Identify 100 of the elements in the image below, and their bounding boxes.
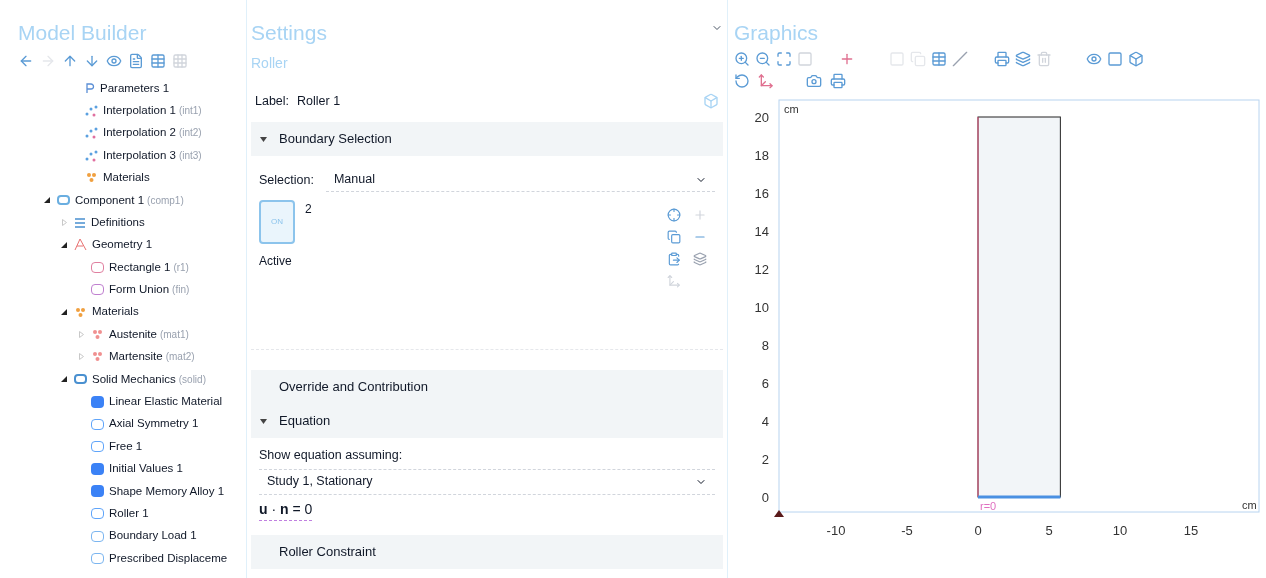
expanded-arrow-icon[interactable]: [44, 197, 50, 204]
slash-icon[interactable]: [952, 51, 968, 67]
tree-item[interactable]: Shape Memory Alloy 1: [109, 482, 225, 500]
boundary-icon: [91, 418, 104, 430]
clear-icon[interactable]: [1036, 51, 1052, 67]
copy-icon[interactable]: [667, 230, 681, 244]
table-icon[interactable]: [931, 51, 947, 67]
y-tick-label: 0: [761, 490, 769, 505]
y-tick-label: 20: [754, 110, 769, 125]
view-orient-icon[interactable]: [758, 73, 774, 89]
unit-label: cm: [784, 103, 799, 115]
expanded-arrow-icon[interactable]: [61, 241, 67, 248]
tree-item[interactable]: Component 1: [75, 191, 145, 209]
tree-item[interactable]: Prescribed Displaceme: [109, 549, 228, 567]
tree-item[interactable]: Free 1: [109, 437, 143, 456]
tree-item[interactable]: Solid Mechanics: [92, 370, 176, 388]
tree-item-tag: (mat1): [159, 327, 189, 342]
y-tick-label: 12: [754, 262, 769, 277]
expanded-arrow-icon[interactable]: [61, 309, 67, 316]
node-type: Roller: [251, 54, 289, 73]
node-icon: [57, 195, 70, 206]
tree-item[interactable]: Materials: [92, 303, 139, 321]
x-tick-label: 5: [1045, 523, 1053, 538]
print-icon[interactable]: [994, 51, 1010, 67]
geometry-icon: [74, 238, 87, 252]
tree-item[interactable]: Interpolation 1: [103, 101, 176, 120]
section-header[interactable]: Override and Contribution: [251, 370, 723, 404]
domain-icon: [91, 485, 104, 498]
y-tick-label: 8: [761, 338, 769, 353]
move-up-icon[interactable]: [62, 53, 78, 69]
unit-label: cm: [1242, 499, 1257, 511]
tree-item[interactable]: Interpolation 3: [103, 146, 176, 164]
tree-item[interactable]: Rectangle 1: [109, 258, 171, 276]
selection-dropdown[interactable]: Manual: [325, 168, 715, 192]
layers-icon[interactable]: [693, 252, 707, 266]
section-header[interactable]: Equation: [251, 404, 723, 438]
zoom-extents-icon[interactable]: [776, 51, 792, 67]
section-header[interactable]: Boundary Selection: [251, 122, 723, 156]
x-tick-label: 0: [974, 523, 982, 538]
print-icon[interactable]: [830, 73, 846, 89]
collapsed-arrow-icon[interactable]: [78, 353, 84, 361]
section-title: Boundary Selection: [279, 130, 392, 149]
tree-item-tag: (int2): [178, 125, 202, 141]
show-icon[interactable]: [106, 53, 122, 69]
selection-list-item[interactable]: 2: [305, 200, 312, 218]
box-icon[interactable]: [1128, 51, 1144, 67]
expanded-arrow-icon[interactable]: [61, 376, 67, 383]
x-tick-label: -10: [826, 523, 846, 538]
back-icon[interactable]: [18, 53, 34, 69]
origin-marker-icon: [774, 510, 784, 517]
tree-item-tag: (int3): [178, 147, 202, 163]
tree-item[interactable]: Materials: [103, 169, 150, 187]
tree-item[interactable]: Axial Symmetry 1: [109, 415, 199, 433]
options-icon[interactable]: [172, 53, 188, 69]
camera-icon[interactable]: [806, 73, 822, 89]
tree-item-tag: (r1): [173, 259, 189, 275]
boundary-icon: [91, 284, 104, 296]
select-icon[interactable]: [667, 208, 681, 222]
material-icon: [91, 328, 104, 341]
interpolation-icon: [85, 126, 98, 140]
panel-title: Settings: [251, 22, 327, 43]
field-label: Label:: [255, 92, 290, 110]
tree-item[interactable]: Geometry 1: [92, 236, 153, 254]
tree-item[interactable]: Austenite: [109, 325, 157, 344]
view-icon[interactable]: [1086, 51, 1102, 67]
tree-item[interactable]: Martensite: [109, 348, 163, 366]
boundary-icon: [91, 530, 104, 542]
tree-item[interactable]: Form Union: [109, 281, 170, 299]
domain-icon: [91, 462, 104, 475]
zoom-in-icon[interactable]: [734, 51, 750, 67]
tree-item[interactable]: Roller 1: [109, 505, 149, 523]
y-tick-label: 14: [754, 224, 769, 239]
y-tick-label: 10: [754, 300, 769, 315]
panel-title: Model Builder: [17, 22, 148, 43]
tree-item[interactable]: Boundary Load 1: [109, 527, 197, 545]
tree-item[interactable]: Definitions: [91, 213, 145, 232]
layers-icon[interactable]: [1015, 51, 1031, 67]
label-field[interactable]: Roller 1: [297, 91, 695, 111]
study-dropdown[interactable]: Study 1, Stationary: [259, 468, 715, 495]
tree-item[interactable]: Initial Values 1: [109, 460, 183, 478]
toggle-caption: Active: [259, 253, 293, 270]
tree-item[interactable]: Linear Elastic Material: [109, 393, 223, 411]
selected-edge[interactable]: [978, 495, 1061, 499]
edge-label: r=0: [980, 500, 997, 512]
section-header[interactable]: Roller Constraint: [251, 534, 723, 569]
frame-icon[interactable]: [1107, 51, 1123, 67]
tree-item[interactable]: Interpolation 2: [103, 124, 176, 142]
reset-icon[interactable]: [734, 73, 750, 89]
rectangle-domain[interactable]: [977, 116, 1061, 498]
boundary-icon: [91, 552, 104, 564]
y-tick-label: 16: [754, 186, 769, 201]
zoom-out-icon[interactable]: [755, 51, 771, 67]
tree-item-tag: (fin): [172, 282, 190, 298]
collapsed-arrow-icon[interactable]: [61, 219, 67, 227]
section-title: Equation: [279, 412, 331, 431]
tree-item[interactable]: Parameters 1: [100, 79, 170, 97]
move-down-icon[interactable]: [84, 53, 100, 69]
paste-icon[interactable]: [667, 252, 681, 266]
tree-item-tag: (comp1): [147, 192, 184, 208]
collapsed-arrow-icon[interactable]: [78, 331, 84, 338]
